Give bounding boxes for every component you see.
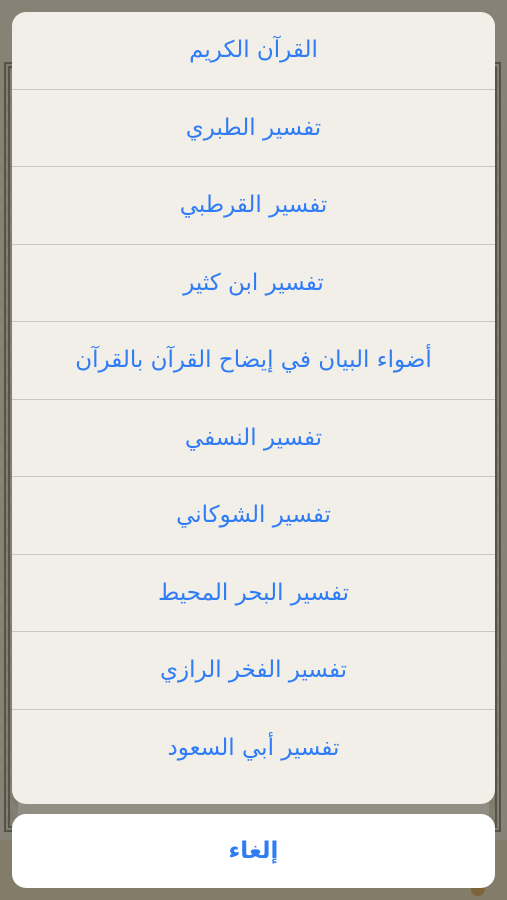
option-tafsir-qurtubi[interactable]: تفسير القرطبي bbox=[12, 167, 495, 245]
option-tafsir-bahr-muhit[interactable]: تفسير البحر المحيط bbox=[12, 555, 495, 632]
cancel-button[interactable]: إلغاء bbox=[12, 814, 495, 888]
option-tafsir-nasafi[interactable]: تفسير النسفي bbox=[12, 400, 495, 477]
option-adwa-al-bayan[interactable]: أضواء البيان في إيضاح القرآن بالقرآن bbox=[12, 322, 495, 400]
screen: القرآن الكريم تفسير الطبري تفسير القرطبي… bbox=[0, 0, 507, 900]
option-tafsir-shawkani[interactable]: تفسير الشوكاني bbox=[12, 477, 495, 555]
option-tafsir-abi-saud[interactable]: تفسير أبي السعود bbox=[12, 710, 495, 788]
option-tafsir-ibn-kathir[interactable]: تفسير ابن كثير bbox=[12, 245, 495, 322]
option-quran[interactable]: القرآن الكريم bbox=[12, 12, 495, 90]
option-tafsir-fakhr-razi[interactable]: تفسير الفخر الرازي bbox=[12, 632, 495, 710]
action-sheet: القرآن الكريم تفسير الطبري تفسير القرطبي… bbox=[12, 12, 495, 804]
option-tafsir-tabari[interactable]: تفسير الطبري bbox=[12, 90, 495, 167]
